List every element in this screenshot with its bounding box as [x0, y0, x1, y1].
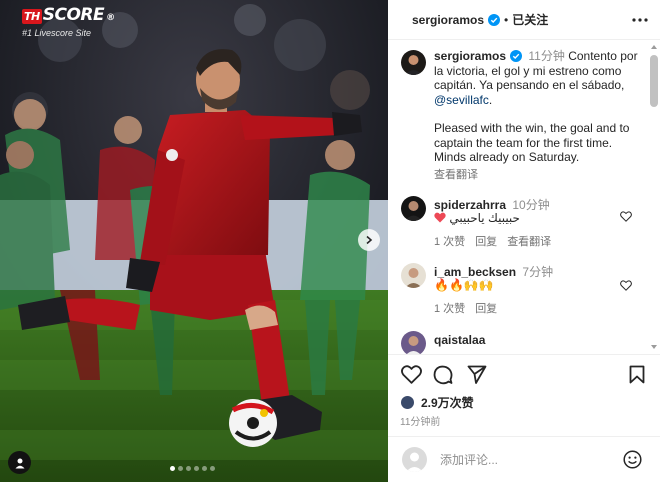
comments-scrollbar[interactable]: [650, 55, 658, 107]
reply-button[interactable]: 回复: [475, 233, 497, 249]
current-user-avatar: [402, 447, 427, 472]
carousel-dot: [186, 466, 191, 471]
user-tag-icon: [15, 458, 24, 468]
post-caption: sergioramos 11分钟 Contento por la victori…: [434, 49, 646, 165]
see-translation-link[interactable]: 查看翻译: [434, 166, 478, 182]
watermark-brand: TH SCORE ®: [22, 6, 115, 27]
heart-icon[interactable]: [620, 211, 632, 222]
carousel-dots: [170, 466, 215, 471]
smile-icon[interactable]: [623, 450, 642, 469]
heart-icon[interactable]: [620, 280, 632, 291]
watermark-score: SCORE: [42, 5, 105, 25]
watermark-logo: TH SCORE ® #1 Livescore Site: [22, 6, 115, 38]
comment-time: 10分钟: [512, 198, 550, 212]
comment-text-content: حبيبيك ياحبيبي: [449, 211, 520, 225]
comment-text: حبيبيك ياحبيبي: [434, 211, 520, 225]
comment-avatar[interactable]: [401, 263, 426, 288]
comment-header: qaistalaa: [434, 333, 485, 347]
comment-text: 🔥🔥🙌🙌: [434, 278, 494, 292]
comment-likes[interactable]: 1 次赞: [434, 233, 465, 249]
heart-icon[interactable]: [401, 365, 422, 384]
caption-text-en: Pleased with the win, the goal and to ca…: [434, 121, 630, 164]
mention-link[interactable]: @sevillafc: [434, 93, 489, 107]
verified-icon: [510, 50, 523, 62]
scroll-down-arrow[interactable]: [651, 345, 657, 349]
add-comment-bar: [388, 437, 660, 482]
bookmark-icon[interactable]: [629, 365, 645, 384]
carousel-dot: [194, 466, 199, 471]
likes-count-text: 2.9万次赞: [421, 396, 474, 410]
next-slide-button[interactable]: [358, 229, 380, 251]
watermark-reg: ®: [106, 13, 115, 23]
likes-count[interactable]: 2.9万次赞: [400, 394, 474, 411]
post-detail-panel: sergioramos • 已关注 sergioramos 11分钟 Conte…: [388, 0, 660, 482]
chevron-right-icon: [366, 235, 373, 245]
comment-username[interactable]: spiderzahrra: [434, 198, 506, 212]
carousel-dot: [210, 466, 215, 471]
comment-time: 7分钟: [522, 265, 554, 279]
caption-username[interactable]: sergioramos: [434, 49, 506, 63]
user-tag-button[interactable]: [8, 451, 31, 474]
share-icon[interactable]: [467, 365, 487, 384]
reply-button[interactable]: 回复: [475, 300, 497, 316]
post-photo[interactable]: TH SCORE ® #1 Livescore Site: [0, 0, 388, 482]
carousel-dot: [178, 466, 183, 471]
comment-meta: 1 次赞 回复 查看翻译: [434, 233, 551, 249]
carousel-dot: [170, 466, 175, 471]
comment-meta: 1 次赞 回复: [434, 300, 497, 316]
caption-time: 11分钟: [528, 49, 565, 63]
caption-avatar[interactable]: [401, 50, 426, 75]
comment-icon[interactable]: [433, 365, 453, 385]
comment-avatar[interactable]: [401, 331, 426, 354]
football-penalty-image: [0, 0, 388, 482]
comment-username[interactable]: qaistalaa: [434, 333, 485, 347]
comment-avatar[interactable]: [401, 196, 426, 221]
heart-emoji-icon: [434, 212, 446, 223]
divider: [388, 354, 660, 355]
post-actions: [388, 358, 660, 394]
comment-translate-link[interactable]: 查看翻译: [507, 233, 551, 249]
comment-username[interactable]: i_am_becksen: [434, 265, 516, 279]
watermark-tagline: #1 Livescore Site: [22, 28, 92, 38]
carousel-dot: [202, 466, 207, 471]
caption-text-es-end: .: [488, 92, 493, 107]
watermark-th: TH: [22, 9, 42, 24]
posted-time: 11分钟前: [400, 417, 441, 428]
comments-list[interactable]: sergioramos 11分钟 Contento por la victori…: [388, 0, 660, 354]
scroll-up-arrow[interactable]: [651, 45, 657, 49]
add-comment-input[interactable]: [440, 452, 610, 467]
comment-likes[interactable]: 1 次赞: [434, 300, 465, 316]
liker-avatar: [400, 395, 415, 410]
